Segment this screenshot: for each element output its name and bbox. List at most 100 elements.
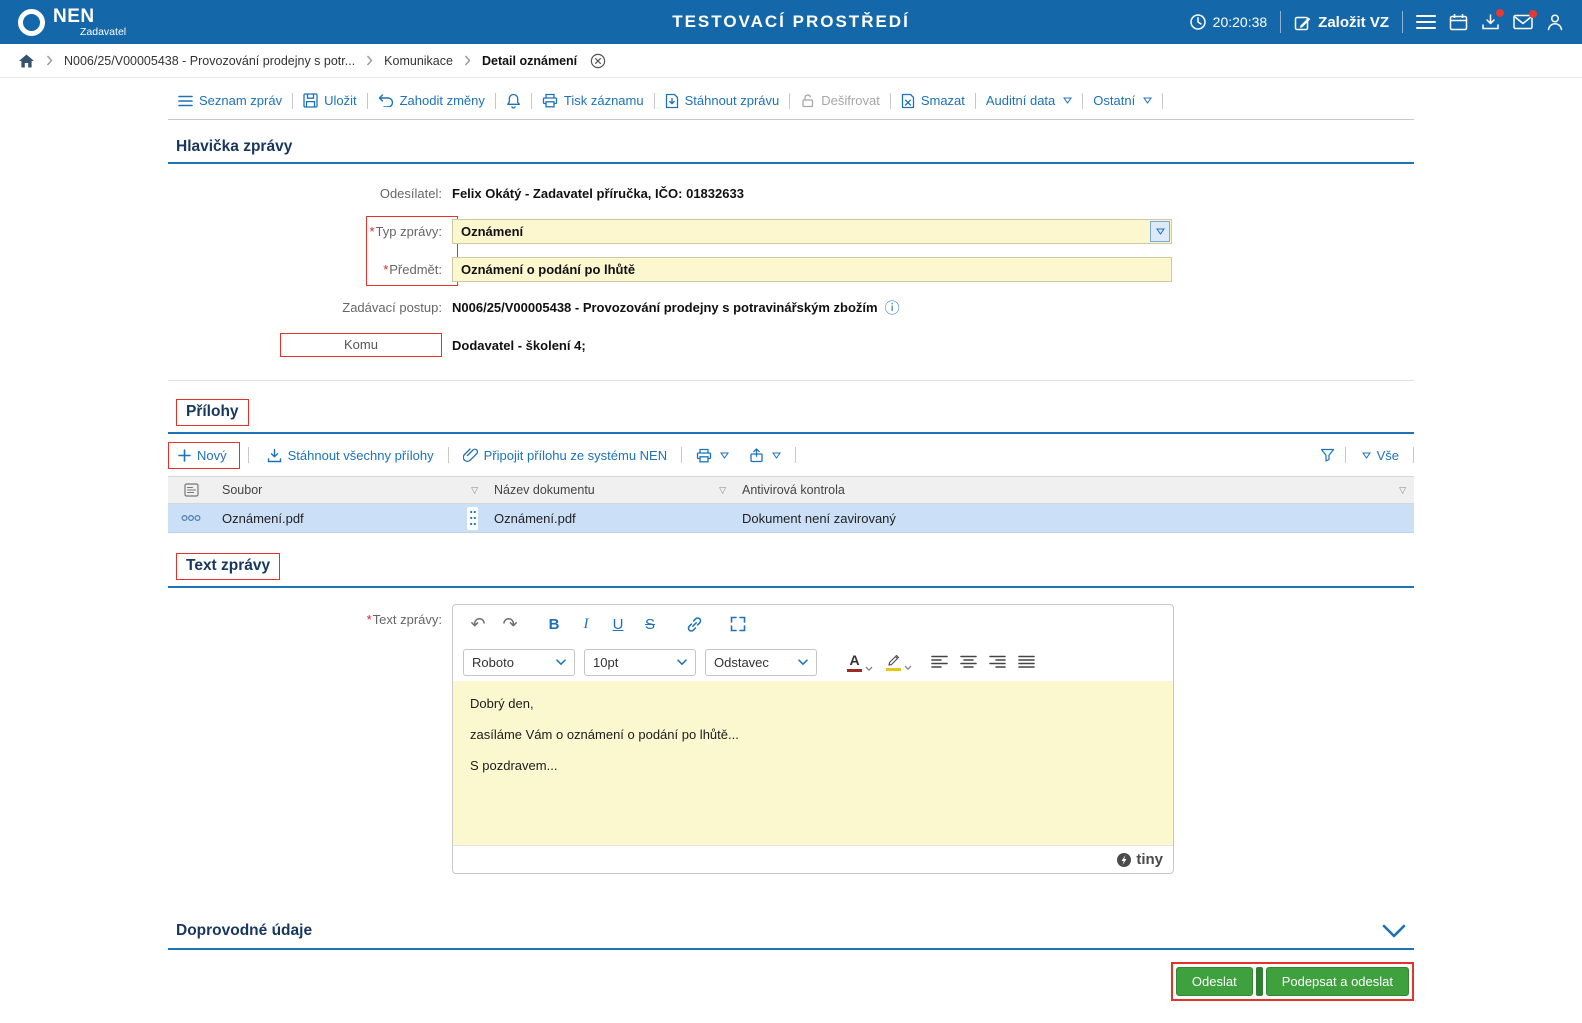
topbar-separator (1402, 11, 1403, 33)
row-selector-header[interactable] (168, 483, 214, 497)
export-attachments-button[interactable] (739, 447, 791, 463)
row-menu-icon[interactable] (168, 514, 214, 522)
attachment-document-name: Oznámení.pdf (494, 510, 576, 526)
column-filter-icon[interactable]: ▽ (1399, 485, 1406, 496)
topbar-separator (1280, 11, 1282, 33)
nen-brand[interactable]: NEN Zadavatel (18, 7, 126, 38)
editor-font-family-select[interactable]: Roboto (463, 648, 575, 676)
breadcrumb: N006/25/V00005438 - Provozování prodejny… (0, 44, 1582, 78)
editor-toolbar-row1: ↶ ↷ B I U S (453, 605, 1173, 643)
filter-all-button[interactable]: Vše (1356, 448, 1403, 463)
notifications-bell-button[interactable] (496, 93, 531, 109)
subject-input[interactable]: Oznámení o podání po lhůtě (452, 256, 1172, 282)
editor-content-area[interactable]: Dobrý den, zasíláme Vám o oznámení o pod… (453, 681, 1173, 845)
additional-data-section: Doprovodné údaje (168, 896, 1414, 950)
info-icon[interactable]: ⓘ (885, 297, 900, 318)
message-type-select[interactable]: Oznámení (452, 218, 1172, 244)
editor-bold-button[interactable]: B (539, 609, 569, 639)
editor-block-format-select[interactable]: Odstavec (705, 648, 817, 676)
column-filter-icon[interactable]: ▽ (719, 485, 726, 496)
menu-button[interactable] (1416, 14, 1436, 30)
editor-toolbar-row2: Roboto 10pt Odstavec A (453, 643, 1173, 681)
align-right-icon[interactable] (989, 655, 1006, 669)
breadcrumb-separator-icon (46, 55, 53, 66)
select-dropdown-button[interactable] (1150, 220, 1170, 242)
download-document-icon (665, 93, 679, 109)
toolbar-item-tisk-zaznamu[interactable]: Tisk záznamu (532, 93, 654, 108)
editor-undo-button[interactable]: ↶ (463, 609, 493, 639)
new-attachment-label: Nový (197, 447, 227, 463)
print-attachments-button[interactable] (686, 448, 739, 463)
toolbar-item-zahodit-zmeny[interactable]: Zahodit změny (368, 93, 495, 108)
dropdown-chevron-icon (720, 452, 730, 459)
section-rule (168, 948, 1414, 950)
toolbar-item-desifrovat[interactable]: Dešifrovat (790, 93, 890, 108)
calendar-button[interactable] (1449, 13, 1468, 31)
download-icon (267, 448, 282, 463)
editor-fullscreen-button[interactable] (723, 609, 753, 639)
plus-icon (178, 448, 191, 462)
align-center-icon[interactable] (960, 655, 977, 669)
button-divider (1255, 967, 1263, 996)
align-justify-icon[interactable] (1018, 655, 1035, 669)
editor-font-size-select[interactable]: 10pt (584, 648, 696, 676)
downloads-badge (1496, 9, 1504, 17)
send-button[interactable]: Odeslat (1175, 967, 1253, 996)
editor-paragraph: S pozdravem... (470, 758, 558, 773)
breadcrumb-item-procedure[interactable]: N006/25/V00005438 - Provozování prodejny… (64, 54, 355, 68)
user-profile-button[interactable] (1546, 13, 1564, 31)
recipient-label-cell: Komu (168, 333, 452, 357)
editor-strikethrough-button[interactable]: S (635, 609, 665, 639)
messages-badge (1529, 10, 1537, 18)
toolbar-item-ulozit[interactable]: Uložit (293, 93, 367, 108)
column-header-soubor[interactable]: Soubor ▽ (214, 483, 486, 497)
download-all-attachments-button[interactable]: Stáhnout všechny přílohy (257, 448, 444, 463)
sign-and-send-button[interactable]: Podepsat a odeslat (1265, 967, 1409, 996)
column-resize-handle[interactable] (467, 506, 478, 530)
tiny-logo-text: tiny (1136, 851, 1163, 868)
column-header-nazev-dokumentu[interactable]: Název dokumentu ▽ (486, 483, 734, 497)
subject-value: Oznámení o podání po lhůtě (461, 261, 636, 277)
editor-align-group (931, 655, 1035, 669)
toolbar-item-stahnout-zpravu[interactable]: Stáhnout zprávu (655, 93, 790, 109)
editor-link-button[interactable] (679, 609, 709, 639)
close-tab-icon[interactable] (590, 53, 606, 69)
breadcrumb-item-komunikace[interactable]: Komunikace (384, 54, 453, 68)
filter-funnel-icon[interactable] (1320, 448, 1335, 462)
toolbar-item-ostatni[interactable]: Ostatní (1083, 93, 1162, 108)
collapse-chevron-icon[interactable] (1382, 924, 1406, 938)
text-zpravy-label: *Text zprávy: (366, 612, 442, 627)
toolbar-item-seznam-zprav[interactable]: Seznam zpráv (168, 93, 292, 108)
message-type-value: Oznámení (461, 223, 524, 239)
editor-underline-button[interactable]: U (603, 609, 633, 639)
required-mark: * (383, 261, 389, 277)
attachment-row[interactable]: Oznámení.pdf Oznámení.pdf Dokument není … (168, 504, 1414, 533)
align-left-icon[interactable] (931, 655, 948, 669)
home-icon[interactable] (18, 53, 35, 69)
dropdown-chevron-icon (772, 452, 782, 459)
form-row-subject: *Předmět: Oznámení o podání po lhůtě (168, 250, 1414, 288)
create-vz-button[interactable]: Založit VZ (1294, 14, 1389, 31)
section-title-doprovodne: Doprovodné údaje (176, 922, 313, 939)
downloads-button[interactable] (1481, 9, 1504, 31)
column-header-antivirova-kontrola[interactable]: Antivirová kontrola ▽ (734, 483, 1414, 497)
toolbar-item-auditni-data[interactable]: Auditní data (976, 93, 1082, 108)
attachment-file-name: Oznámení.pdf (222, 510, 304, 526)
editor-text-color-button[interactable]: A (845, 652, 875, 672)
editor-paragraph: zasíláme Vám o oznámení o podání po lhůt… (470, 727, 739, 742)
toolbar-item-smazat[interactable]: Smazat (891, 93, 975, 109)
nen-logo-icon (18, 8, 45, 36)
attach-from-nen-button[interactable]: Připojit přílohu ze systému NEN (453, 447, 678, 463)
highlight-color-swatch (886, 668, 901, 671)
toolbar-item-label: Zahodit změny (399, 93, 485, 108)
recipient-label: Komu (280, 333, 442, 357)
messages-button[interactable] (1513, 10, 1537, 30)
toolbar-separator (1413, 447, 1414, 463)
filter-all-label: Vše (1376, 447, 1399, 463)
column-filter-icon[interactable]: ▽ (471, 485, 478, 496)
new-attachment-button[interactable]: Nový (168, 441, 240, 469)
editor-highlight-color-button[interactable] (884, 653, 914, 671)
editor-redo-button[interactable]: ↷ (495, 609, 525, 639)
undo-icon (378, 94, 394, 107)
editor-italic-button[interactable]: I (571, 609, 601, 639)
